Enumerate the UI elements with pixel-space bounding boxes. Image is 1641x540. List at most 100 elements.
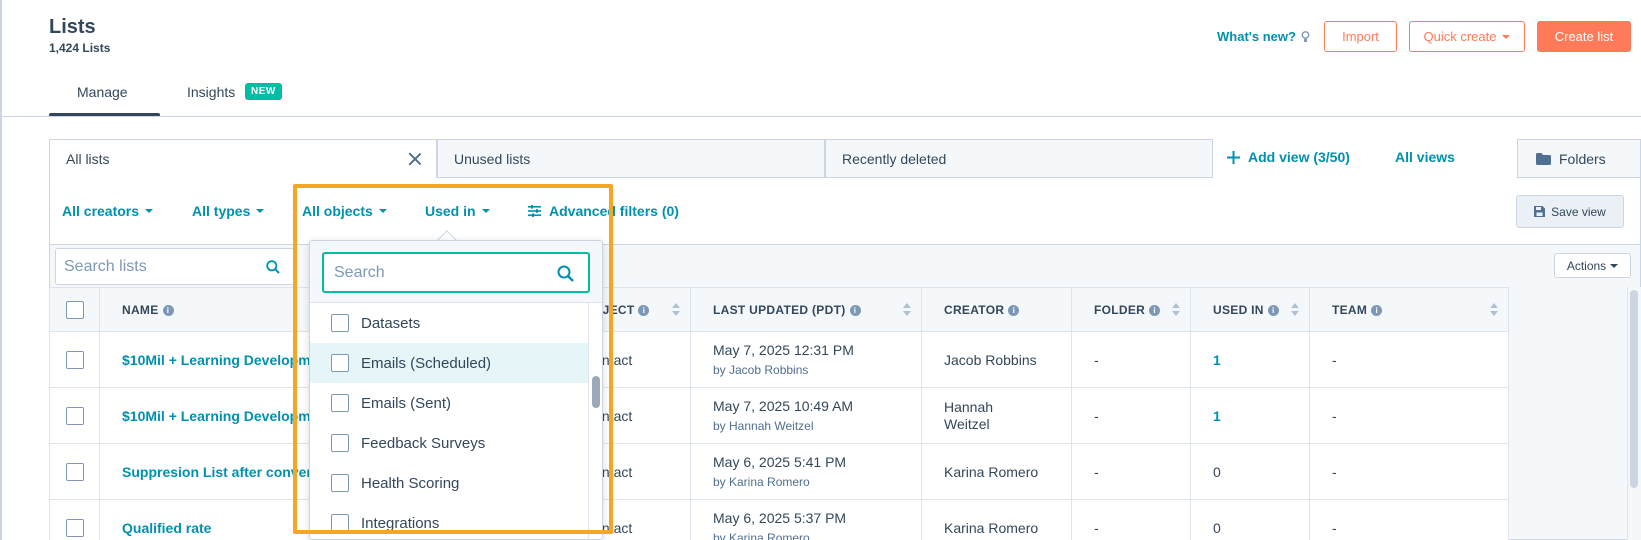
sort-icon[interactable] <box>1490 303 1498 317</box>
folders-button[interactable]: Folders <box>1517 139 1641 178</box>
search-icon <box>266 260 280 274</box>
folder-value: - <box>1094 463 1099 480</box>
sort-icon[interactable] <box>672 303 680 317</box>
caret-down-icon <box>256 209 265 213</box>
types-filter[interactable]: All types <box>192 203 265 219</box>
view-tabs: All lists Unused lists Recently deleted … <box>49 139 1641 178</box>
save-view-label: Save view <box>1551 204 1606 219</box>
creator-name: Jacob Robbins <box>944 351 1037 368</box>
all-views-link[interactable]: All views <box>1395 149 1455 165</box>
column-header-folder[interactable]: FOLDER i <box>1071 287 1191 332</box>
sort-icon[interactable] <box>1291 303 1299 317</box>
whats-new-link[interactable]: What's new? <box>1217 29 1310 44</box>
folder-cell: - <box>1071 331 1191 388</box>
used-in-link[interactable]: 1 <box>1213 408 1221 424</box>
row-select-cell <box>49 499 100 540</box>
updated-by: by Karina Romero <box>713 475 810 489</box>
header-label: FOLDER <box>1094 302 1146 317</box>
row-select-cell <box>49 387 100 444</box>
table-row: Qualified rate Active Contact May 6, 202… <box>49 499 1509 540</box>
table-header-row: NAMEi TYPEi OBJECTi LAST UPDATED (PDT)i … <box>49 287 1509 332</box>
save-view-button[interactable]: Save view <box>1516 195 1624 228</box>
folder-cell: - <box>1071 443 1191 500</box>
creators-filter[interactable]: All creators <box>62 203 154 219</box>
header-label: NAME <box>122 302 159 317</box>
view-tab-all-lists[interactable]: All lists <box>49 139 437 178</box>
folders-label: Folders <box>1559 150 1606 167</box>
row-checkbox[interactable] <box>66 406 84 425</box>
caret-down-icon <box>145 209 154 213</box>
updated-cell: May 7, 2025 12:31 PM by Jacob Robbins <box>690 331 922 388</box>
folder-icon <box>1536 152 1551 165</box>
list-name-link[interactable]: Qualified rate <box>122 520 211 536</box>
select-all-checkbox[interactable] <box>66 300 84 319</box>
used-in-link[interactable]: 1 <box>1213 352 1221 368</box>
view-tab-label: Unused lists <box>454 150 531 167</box>
table-row: Suppresion List after conversion Active … <box>49 443 1509 500</box>
updated-date: May 7, 2025 12:31 PM <box>713 342 854 358</box>
create-list-button[interactable]: Create list <box>1537 21 1631 52</box>
tabs-divider <box>0 116 1641 117</box>
caret-down-icon <box>1610 263 1619 268</box>
column-header-last-updated[interactable]: LAST UPDATED (PDT) i <box>690 287 922 332</box>
tab-insights[interactable]: Insights <box>187 84 235 100</box>
lists-table: NAMEi TYPEi OBJECTi LAST UPDATED (PDT)i … <box>49 287 1509 540</box>
info-icon: i <box>849 304 861 316</box>
add-view-button[interactable]: Add view (3/50) <box>1227 149 1350 165</box>
table-row: $10Mil + Learning Development Static Con… <box>49 331 1509 388</box>
used-in-cell: 0 <box>1190 443 1310 500</box>
table-scrollbar-thumb[interactable] <box>1630 290 1638 488</box>
used-in-value: 0 <box>1213 463 1221 480</box>
creator-cell: Karina Romero <box>921 499 1072 540</box>
row-select-cell <box>49 331 100 388</box>
sort-icon[interactable] <box>903 303 911 317</box>
info-icon: i <box>162 304 174 316</box>
team-cell: - <box>1309 387 1509 444</box>
all-views-label: All views <box>1395 149 1455 165</box>
header-label: LAST UPDATED (PDT) <box>713 302 846 317</box>
close-icon[interactable] <box>408 152 422 166</box>
row-select-cell <box>49 443 100 500</box>
row-checkbox[interactable] <box>66 462 84 481</box>
row-checkbox[interactable] <box>66 350 84 369</box>
sort-icon[interactable] <box>1172 303 1180 317</box>
filter-label: All creators <box>62 203 140 219</box>
creator-name: Weitzel <box>944 416 990 432</box>
add-view-label: Add view (3/50) <box>1248 149 1350 165</box>
creator-cell: Hannah Weitzel <box>921 387 1072 444</box>
row-checkbox[interactable] <box>66 518 84 537</box>
updated-by: by Jacob Robbins <box>713 363 809 377</box>
column-header-creator[interactable]: CREATOR i <box>921 287 1072 332</box>
creator-name: Karina Romero <box>944 463 1039 480</box>
highlight-annotation <box>293 184 613 534</box>
column-header-used-in[interactable]: USED IN i <box>1190 287 1310 332</box>
tab-manage[interactable]: Manage <box>77 84 128 100</box>
used-in-cell: 0 <box>1190 499 1310 540</box>
folder-value: - <box>1094 351 1099 368</box>
info-icon: i <box>1371 304 1383 316</box>
search-lists-placeholder: Search lists <box>64 257 147 275</box>
team-value: - <box>1332 463 1337 480</box>
view-tab-recently-deleted[interactable]: Recently deleted <box>825 139 1213 178</box>
used-in-cell: 1 <box>1190 331 1310 388</box>
select-all-header <box>49 287 100 332</box>
new-badge: NEW <box>245 83 282 100</box>
creator-name: Hannah <box>944 399 994 415</box>
team-cell: - <box>1309 443 1509 500</box>
quick-create-button[interactable]: Quick create <box>1409 21 1525 52</box>
updated-date: May 6, 2025 5:37 PM <box>713 510 847 526</box>
updated-cell: May 6, 2025 5:41 PM by Karina Romero <box>690 443 922 500</box>
actions-button[interactable]: Actions <box>1554 253 1631 278</box>
filter-label: All types <box>192 203 251 219</box>
team-cell: - <box>1309 331 1509 388</box>
import-button[interactable]: Import <box>1324 21 1397 52</box>
save-icon <box>1534 206 1546 217</box>
table-row: $10Mil + Learning Development Static Con… <box>49 387 1509 444</box>
info-icon: i <box>1267 304 1279 316</box>
quick-create-label: Quick create <box>1423 29 1497 44</box>
column-header-team[interactable]: TEAM i <box>1309 287 1509 332</box>
list-count: 1,424 Lists <box>49 41 111 55</box>
search-lists-input[interactable]: Search lists <box>55 248 297 285</box>
team-value: - <box>1332 351 1337 368</box>
view-tab-unused-lists[interactable]: Unused lists <box>437 139 825 178</box>
